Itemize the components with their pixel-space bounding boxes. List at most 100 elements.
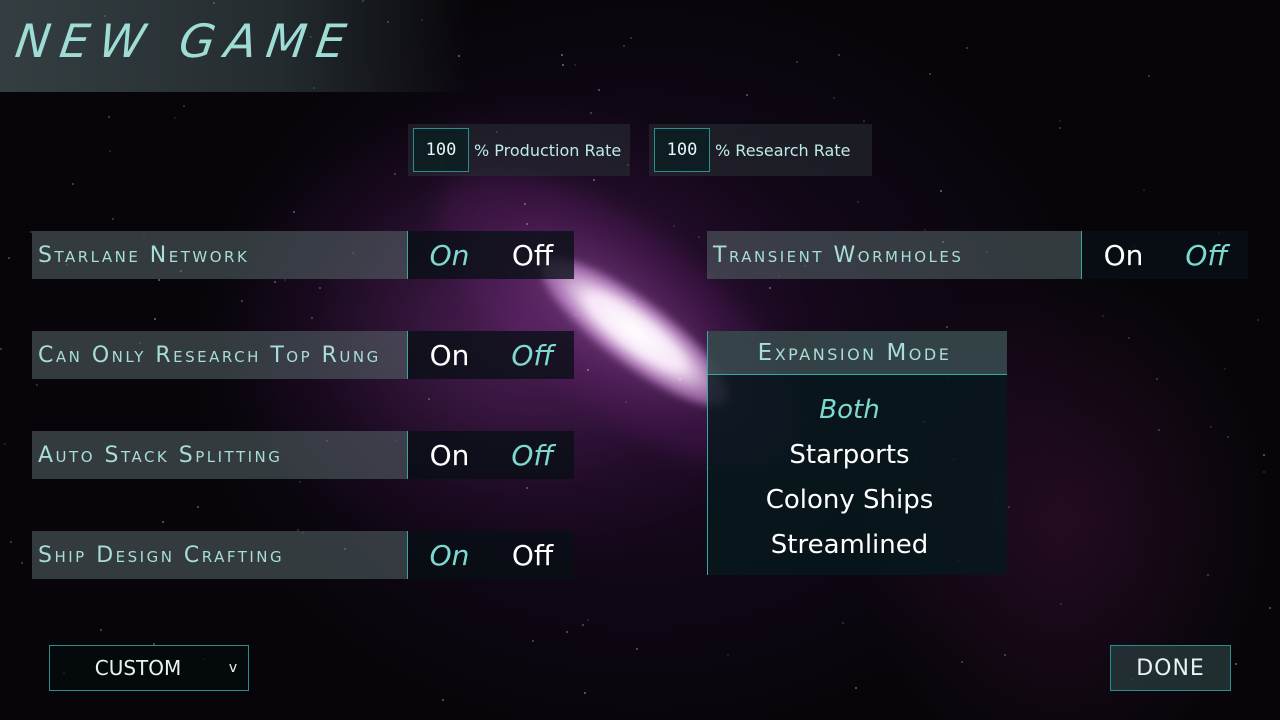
star-dot xyxy=(1059,120,1061,122)
star-dot xyxy=(623,45,625,47)
ship-design-crafting-label: Ship Design Crafting xyxy=(32,531,408,579)
auto-stack-splitting-off[interactable]: Off xyxy=(491,431,574,479)
star-dot xyxy=(566,631,568,633)
starlane-network-options: On Off xyxy=(408,231,574,279)
expansion-mode-panel: Expansion Mode Both Starports Colony Shi… xyxy=(707,331,1007,575)
star-dot xyxy=(1128,337,1130,339)
star-dot xyxy=(1224,368,1226,370)
transient-wormholes-options: On Off xyxy=(1082,231,1248,279)
star-dot xyxy=(36,384,38,386)
starlane-network-off[interactable]: Off xyxy=(491,231,574,279)
star-dot xyxy=(1158,429,1160,431)
star-dot xyxy=(526,487,528,489)
star-dot xyxy=(855,687,857,689)
star-dot xyxy=(587,369,589,371)
expansion-option-both[interactable]: Both xyxy=(708,387,1007,432)
star-dot xyxy=(625,401,627,403)
star-dot xyxy=(1263,471,1265,473)
research-top-rung-on[interactable]: On xyxy=(408,331,491,379)
star-dot xyxy=(532,640,534,642)
research-rate-box: 100 % Research Rate xyxy=(649,124,872,176)
expansion-option-starports[interactable]: Starports xyxy=(708,432,1007,477)
research-top-rung-toggle: Can Only Research Top Rung On Off xyxy=(32,331,574,379)
star-dot xyxy=(100,629,102,631)
star-dot xyxy=(1148,75,1150,77)
star-dot xyxy=(183,105,185,107)
star-dot xyxy=(593,179,595,181)
star-dot xyxy=(1269,607,1271,609)
star-dot xyxy=(562,64,564,66)
star-dot xyxy=(1235,663,1237,665)
star-dot xyxy=(575,314,577,316)
star-dot xyxy=(162,521,164,523)
star-dot xyxy=(584,692,586,694)
auto-stack-splitting-toggle: Auto Stack Splitting On Off xyxy=(32,431,574,479)
ship-design-crafting-options: On Off xyxy=(408,531,574,579)
star-dot xyxy=(746,94,748,96)
star-dot xyxy=(10,541,12,543)
transient-wormholes-on[interactable]: On xyxy=(1082,231,1165,279)
star-dot xyxy=(863,120,865,122)
star-dot xyxy=(108,116,110,118)
star-dot xyxy=(319,287,321,289)
production-rate-input[interactable]: 100 xyxy=(413,128,469,172)
star-dot xyxy=(197,506,199,508)
title-banner: NEW GAME xyxy=(0,0,470,92)
star-dot xyxy=(72,183,74,185)
star-dot xyxy=(1210,426,1212,428)
star-dot xyxy=(293,211,295,213)
research-top-rung-label: Can Only Research Top Rung xyxy=(32,331,408,379)
star-dot xyxy=(0,348,2,350)
transient-wormholes-label: Transient Wormholes xyxy=(707,231,1082,279)
production-rate-label: % Production Rate xyxy=(474,140,622,160)
expansion-mode-header: Expansion Mode xyxy=(708,331,1007,375)
star-dot xyxy=(587,619,589,621)
star-dot xyxy=(630,37,632,39)
star-dot xyxy=(1008,506,1010,508)
research-rate-input[interactable]: 100 xyxy=(654,128,710,172)
star-dot xyxy=(8,257,10,259)
ship-design-crafting-on[interactable]: On xyxy=(408,531,491,579)
star-dot xyxy=(274,281,276,283)
production-rate-box: 100 % Production Rate xyxy=(408,124,630,176)
star-dot xyxy=(961,661,963,663)
star-dot xyxy=(833,97,835,99)
research-top-rung-off[interactable]: Off xyxy=(491,331,574,379)
star-dot xyxy=(857,201,859,203)
star-dot xyxy=(524,203,526,205)
starlane-network-on[interactable]: On xyxy=(408,231,491,279)
star-dot xyxy=(574,64,576,66)
star-dot xyxy=(1207,574,1209,576)
star-dot xyxy=(940,190,942,192)
star-dot xyxy=(679,378,681,380)
transient-wormholes-toggle: Transient Wormholes On Off xyxy=(707,231,1248,279)
expansion-option-streamlined[interactable]: Streamlined xyxy=(708,522,1007,567)
auto-stack-splitting-on[interactable]: On xyxy=(408,431,491,479)
star-dot xyxy=(158,279,160,281)
star-dot xyxy=(109,150,111,152)
star-dot xyxy=(311,317,313,319)
preset-dropdown[interactable]: CUSTOM v xyxy=(49,645,249,691)
star-dot xyxy=(4,443,6,445)
star-dot xyxy=(796,61,798,63)
star-dot xyxy=(1263,454,1265,456)
star-dot xyxy=(632,314,634,316)
star-dot xyxy=(769,287,771,289)
star-dot xyxy=(1156,378,1158,380)
transient-wormholes-off[interactable]: Off xyxy=(1165,231,1248,279)
star-dot xyxy=(842,622,844,624)
star-dot xyxy=(1102,315,1104,317)
star-dot xyxy=(526,223,528,225)
star-dot xyxy=(112,218,114,220)
done-button[interactable]: DONE xyxy=(1110,645,1231,691)
star-dot xyxy=(633,300,635,302)
research-top-rung-options: On Off xyxy=(408,331,574,379)
star-dot xyxy=(394,173,396,175)
ship-design-crafting-off[interactable]: Off xyxy=(491,531,574,579)
star-dot xyxy=(929,73,931,75)
star-dot xyxy=(1257,319,1259,321)
expansion-option-colony-ships[interactable]: Colony Ships xyxy=(708,477,1007,522)
star-dot xyxy=(1227,436,1229,438)
preset-value: CUSTOM xyxy=(94,656,182,680)
starlane-network-toggle: Starlane Network On Off xyxy=(32,231,574,279)
